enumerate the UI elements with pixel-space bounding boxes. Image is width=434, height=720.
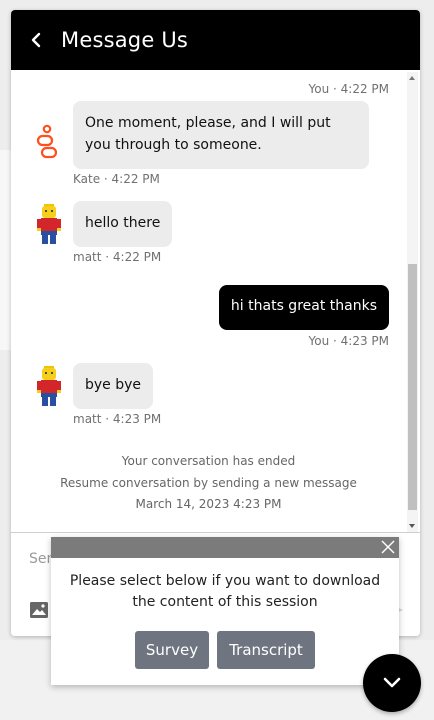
page: Message Us You · 4:22 PM One moment, ple… xyxy=(0,0,434,720)
message-meta: matt · 4:22 PM xyxy=(73,250,162,264)
chevron-down-icon xyxy=(383,677,401,688)
conversation-ended-text: Your conversation has ended xyxy=(121,454,296,468)
minimize-chat-button[interactable] xyxy=(363,654,421,712)
scrollbar-thumb[interactable] xyxy=(408,264,417,510)
message-bubble: One moment, please, and I will put you t… xyxy=(73,101,369,169)
chat-title: Message Us xyxy=(61,28,189,52)
chevron-left-icon xyxy=(31,32,41,48)
scrollbar[interactable] xyxy=(407,72,418,532)
lego-figure-icon xyxy=(37,204,61,244)
chat-header: Message Us xyxy=(11,10,420,70)
lego-figure-icon xyxy=(37,366,61,406)
image-icon[interactable] xyxy=(29,601,49,619)
message-meta: You · 4:22 PM xyxy=(308,82,389,96)
back-button[interactable] xyxy=(11,10,61,70)
genesys-logo-icon xyxy=(36,124,58,159)
dialog-message: Please select below if you want to downl… xyxy=(69,573,381,610)
message-bubble: bye bye xyxy=(73,363,154,409)
transcript-button[interactable]: Transcript xyxy=(217,631,315,669)
message-meta: Kate · 4:22 PM xyxy=(73,172,160,186)
message-meta: You · 4:23 PM xyxy=(308,334,389,348)
close-icon[interactable] xyxy=(379,538,397,556)
scroll-up-arrow[interactable] xyxy=(409,76,415,80)
resume-conversation-text: Resume conversation by sending a new mes… xyxy=(60,475,357,490)
conversation-end-date: March 14, 2023 4:23 PM xyxy=(135,497,282,511)
message-bubble: hello there xyxy=(73,201,173,247)
dialog-title-bar xyxy=(51,537,399,558)
message-list: You · 4:22 PM One moment, please, and I … xyxy=(11,70,407,534)
scroll-down-arrow[interactable] xyxy=(409,524,415,528)
download-session-dialog: Please select below if you want to downl… xyxy=(51,537,399,685)
background-panel xyxy=(0,150,11,350)
conversation-ended-note: Your conversation has ended Resume conve… xyxy=(51,451,366,516)
survey-button[interactable]: Survey xyxy=(135,631,209,669)
message-meta: matt · 4:23 PM xyxy=(73,412,162,426)
message-bubble: hi thats great thanks xyxy=(218,285,389,330)
